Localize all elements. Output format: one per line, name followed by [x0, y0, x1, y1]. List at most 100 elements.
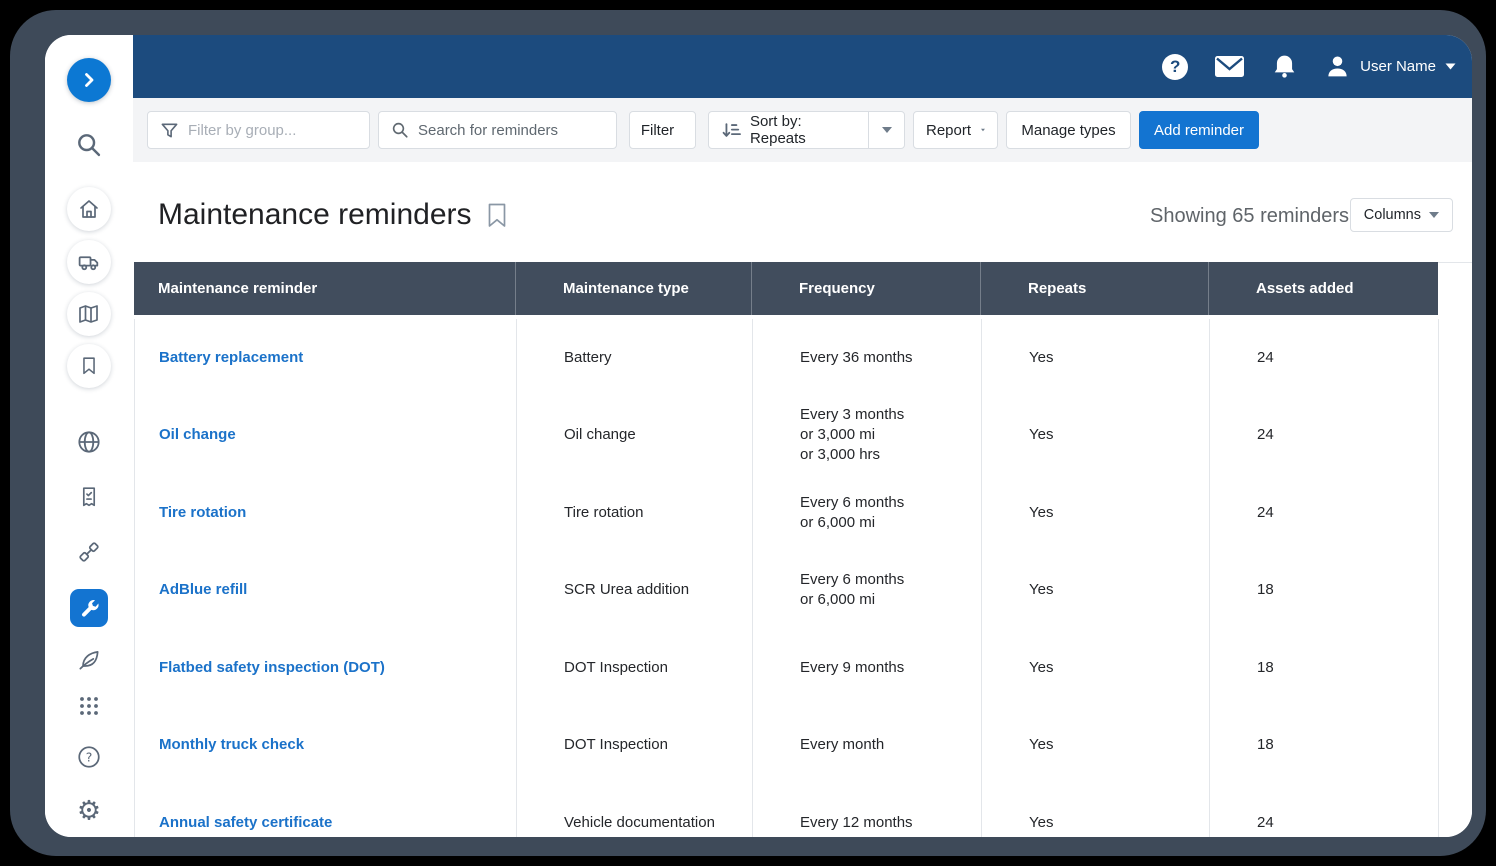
table-row: Battery replacement Battery Every 36 mon…: [134, 319, 1438, 397]
gear-icon: ⚙: [77, 798, 101, 825]
sort-dropdown[interactable]: [868, 112, 904, 148]
maintenance-type-cell: Battery: [517, 319, 753, 397]
sidebar-item-eco[interactable]: [76, 647, 102, 673]
manage-types-button[interactable]: Manage types: [1006, 111, 1131, 149]
receipt-checklist-icon: [77, 485, 102, 510]
frequency-cell: Every 36 months: [753, 319, 982, 397]
frequency-cell: Every 12 months: [753, 784, 982, 837]
leaf-icon: [76, 647, 102, 673]
repeats-cell: Yes: [982, 784, 1210, 837]
connections-icon: [76, 539, 102, 565]
globe-icon: [76, 429, 103, 456]
column-header-maintenance-type: Maintenance type: [516, 262, 752, 315]
repeats-cell: Yes: [982, 707, 1210, 785]
sidebar-item-logbook[interactable]: [77, 485, 102, 510]
reminder-name-link[interactable]: Monthly truck check: [159, 735, 304, 755]
frequency-cell: Every 6 months or 6,000 mi: [753, 474, 982, 552]
page-title: Maintenance reminders: [158, 198, 472, 232]
frequency-cell: Every 6 months or 6,000 mi: [753, 552, 982, 630]
frequency-cell: Every month: [753, 707, 982, 785]
filter-by-group-control: [147, 111, 370, 149]
repeats-cell: Yes: [982, 629, 1210, 707]
table-row: Oil change Oil change Every 3 months or …: [134, 397, 1438, 475]
filter-button-label: Filter: [641, 122, 674, 139]
caret-down-icon: [981, 127, 985, 133]
frequency-cell: Every 9 months: [753, 629, 982, 707]
topbar-actions: ? User Name: [1162, 35, 1456, 98]
add-reminder-button[interactable]: Add reminder: [1139, 111, 1259, 149]
funnel-icon: [160, 121, 179, 140]
column-header-frequency: Frequency: [752, 262, 981, 315]
reminder-name-link[interactable]: AdBlue refill: [159, 580, 247, 600]
filter-by-group-field[interactable]: [148, 112, 399, 148]
sort-button[interactable]: Sort by: Repeats: [709, 112, 868, 148]
column-header-maintenance-reminder: Maintenance reminder: [134, 262, 516, 315]
user-menu[interactable]: User Name: [1324, 53, 1456, 80]
reminder-name-link[interactable]: Annual safety certificate: [159, 813, 332, 833]
caret-down-icon: [882, 127, 892, 133]
repeats-cell: Yes: [982, 552, 1210, 630]
sidebar: ? ⚙: [45, 35, 133, 837]
sidebar-item-connections[interactable]: [76, 539, 102, 565]
messages-button[interactable]: [1214, 55, 1245, 78]
filter-by-group-input[interactable]: [188, 122, 387, 139]
search-icon: [391, 121, 409, 139]
app-window: ? ⚙ ? User Name: [45, 35, 1472, 837]
notifications-button[interactable]: [1271, 53, 1298, 80]
repeats-cell: Yes: [982, 319, 1210, 397]
chevron-right-icon: [77, 68, 101, 92]
help-button[interactable]: ?: [1162, 54, 1188, 80]
filter-button[interactable]: Filter: [629, 111, 696, 149]
sort-icon: [721, 120, 741, 141]
sidebar-item-maintenance[interactable]: [70, 589, 108, 627]
assets-added-cell: 24: [1210, 319, 1439, 397]
svg-text:?: ?: [86, 750, 93, 765]
reminder-name-link[interactable]: Battery replacement: [159, 348, 303, 368]
envelope-icon: [1214, 55, 1245, 78]
page-title-row: Maintenance reminders: [158, 198, 507, 232]
sidebar-item-home[interactable]: [67, 187, 111, 231]
sidebar-expand-button[interactable]: [67, 58, 111, 102]
sidebar-item-apps[interactable]: [77, 694, 101, 718]
assets-added-cell: 18: [1210, 707, 1439, 785]
table-body: Battery replacement Battery Every 36 mon…: [134, 319, 1438, 837]
columns-button[interactable]: Columns: [1350, 198, 1453, 232]
table-row: Annual safety certificate Vehicle docume…: [134, 784, 1438, 837]
sidebar-item-settings[interactable]: ⚙: [77, 798, 101, 825]
maintenance-type-cell: SCR Urea addition: [517, 552, 753, 630]
topbar: ? User Name: [133, 35, 1472, 98]
reminder-name-link[interactable]: Oil change: [159, 425, 236, 445]
columns-button-label: Columns: [1364, 207, 1421, 223]
repeats-cell: Yes: [982, 474, 1210, 552]
sidebar-item-search[interactable]: [75, 131, 103, 159]
help-glyph: ?: [1170, 57, 1180, 77]
sidebar-item-places[interactable]: [67, 344, 111, 388]
assets-added-cell: 24: [1210, 784, 1439, 837]
wrench-icon: [78, 597, 100, 619]
maintenance-type-cell: Tire rotation: [517, 474, 753, 552]
search-reminders-input[interactable]: [418, 122, 617, 139]
table-row: AdBlue refill SCR Urea addition Every 6 …: [134, 552, 1438, 630]
add-reminder-label: Add reminder: [1154, 122, 1244, 139]
sidebar-item-help[interactable]: ?: [76, 744, 102, 770]
map-icon: [77, 302, 101, 326]
sidebar-item-vehicles[interactable]: [67, 240, 111, 284]
bell-icon: [1271, 53, 1298, 80]
report-button[interactable]: Report: [913, 111, 998, 149]
user-name-label: User Name: [1360, 58, 1436, 75]
column-header-assets-added: Assets added: [1209, 262, 1438, 315]
home-icon: [77, 197, 101, 221]
maintenance-type-cell: Vehicle documentation: [517, 784, 753, 837]
sidebar-item-map[interactable]: [67, 292, 111, 336]
sort-control: Sort by: Repeats: [708, 111, 905, 149]
reminder-name-link[interactable]: Flatbed safety inspection (DOT): [159, 658, 385, 678]
reminder-name-link[interactable]: Tire rotation: [159, 503, 246, 523]
bookmark-icon[interactable]: [487, 203, 507, 228]
sidebar-item-globe[interactable]: [76, 429, 103, 456]
divider: [1438, 262, 1472, 263]
assets-added-cell: 18: [1210, 552, 1439, 630]
reminders-table: Maintenance reminder Maintenance type Fr…: [134, 262, 1438, 837]
maintenance-type-cell: DOT Inspection: [517, 707, 753, 785]
toolbar: Filter Sort by: Repeats Report Manage ty…: [133, 98, 1472, 162]
search-control: [378, 111, 617, 149]
